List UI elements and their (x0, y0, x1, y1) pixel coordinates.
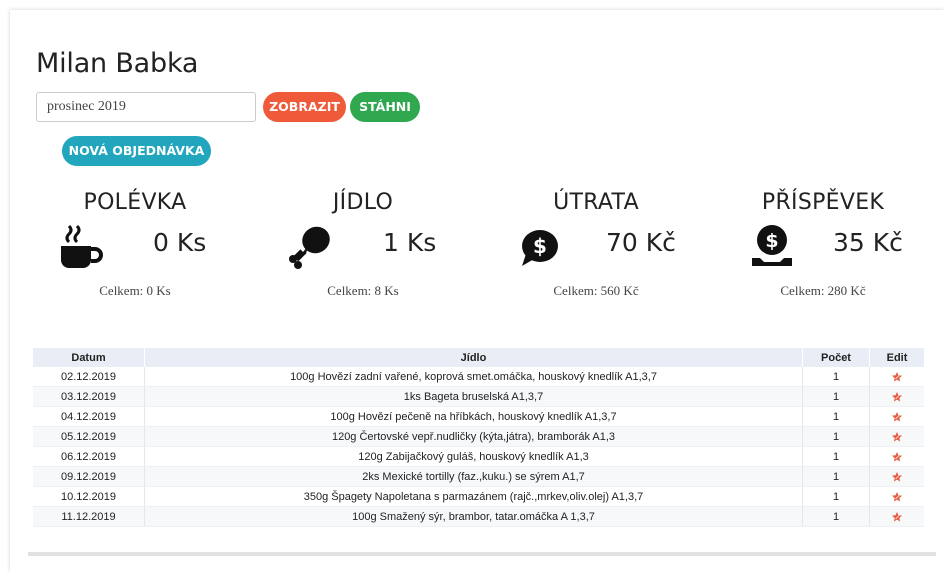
user-name: Milan Babka (36, 48, 199, 79)
cell-edit (869, 486, 924, 507)
table-row: 11.12.2019 100g Smažený sýr, brambor, tat… (33, 506, 924, 527)
stat-total: Celkem: 0 Ks (99, 283, 171, 298)
cell-edit (869, 386, 924, 407)
table-row: 10.12.2019 350g Špagety Napoletana s parm… (33, 486, 924, 507)
cell-food: 1ks Bageta bruselská A1,3,7 (144, 386, 803, 407)
table-row: 09.12.2019 2ks Mexické tortilly (faz.,kuk… (33, 466, 924, 487)
cell-edit (869, 506, 924, 527)
edit-star-icon[interactable] (891, 431, 903, 443)
coffee-cup-icon (61, 224, 103, 268)
cell-food: 100g Hovězí zadní vařené, koprová smet.o… (144, 367, 803, 387)
stat-value: 70 Kč (606, 228, 676, 257)
cell-date: 03.12.2019 (33, 386, 145, 407)
cell-food: 350g Špagety Napoletana s parmazánem (ra… (144, 486, 803, 507)
stat-total: Celkem: 8 Ks (327, 283, 399, 298)
cell-date: 09.12.2019 (33, 466, 145, 487)
cell-food: 120g Čertovské vepř.nudličky (kýta,játra… (144, 426, 803, 447)
cell-date: 11.12.2019 (33, 506, 145, 527)
edit-star-icon[interactable] (891, 511, 903, 523)
download-button[interactable]: STÁHNI (350, 92, 420, 122)
table-row: 03.12.2019 1ks Bageta bruselská A1,3,7 1 (33, 386, 924, 407)
column-header-count: Počet (802, 348, 870, 367)
cell-food: 2ks Mexické tortilly (faz.,kuku.) se sýr… (144, 466, 803, 487)
table-row: 04.12.2019 100g Hovězí pečeně na hříbkách… (33, 406, 924, 427)
table-row: 02.12.2019 100g Hovězí zadní vařené, kopr… (33, 367, 924, 387)
stat-value: 1 Ks (383, 228, 437, 257)
cell-count: 1 (802, 406, 870, 427)
orders-table: Datum Jídlo Počet Edit 02.12.2019 100g Ho… (33, 348, 924, 527)
cell-count: 1 (802, 367, 870, 387)
drumstick-icon (289, 226, 330, 269)
edit-star-icon[interactable] (891, 491, 903, 503)
svg-text:$: $ (533, 234, 547, 258)
new-order-button[interactable]: NOVÁ OBJEDNÁVKA (62, 136, 211, 166)
cell-date: 02.12.2019 (33, 367, 145, 387)
cell-count: 1 (802, 466, 870, 487)
stat-title: PŘÍSPĚVEK (761, 190, 885, 215)
cell-food: 120g Zabijačkový guláš, houskový knedlík… (144, 446, 803, 467)
month-input[interactable] (36, 92, 256, 122)
cell-count: 1 (802, 506, 870, 527)
table-row: 06.12.2019 120g Zabijačkový guláš, housko… (33, 446, 924, 467)
cell-count: 1 (802, 486, 870, 507)
edit-star-icon[interactable] (891, 391, 903, 403)
cell-edit (869, 367, 924, 387)
money-chat-icon: $ (522, 230, 558, 266)
column-header-edit: Edit (869, 348, 924, 367)
hand-coin-icon: $ (752, 225, 792, 266)
stat-title: POLÉVKA (83, 190, 187, 215)
column-header-date: Datum (33, 348, 145, 367)
cell-date: 06.12.2019 (33, 446, 145, 467)
show-button[interactable]: ZOBRAZIT (263, 92, 346, 122)
cell-count: 1 (802, 446, 870, 467)
edit-star-icon[interactable] (891, 471, 903, 483)
cell-food: 100g Smažený sýr, brambor, tatar.omáčka … (144, 506, 803, 527)
table-row: 05.12.2019 120g Čertovské vepř.nudličky (… (33, 426, 924, 447)
cell-edit (869, 426, 924, 447)
cell-date: 10.12.2019 (33, 486, 145, 507)
cell-edit (869, 446, 924, 467)
column-header-food: Jídlo (144, 348, 803, 367)
stat-title: ÚTRATA (553, 190, 639, 215)
cell-date: 05.12.2019 (33, 426, 145, 447)
stat-total: Celkem: 280 Kč (780, 283, 866, 298)
table-header-row: Datum Jídlo Počet Edit (33, 348, 924, 367)
stat-total: Celkem: 560 Kč (553, 283, 639, 298)
edit-star-icon[interactable] (891, 411, 903, 423)
cell-count: 1 (802, 426, 870, 447)
cell-food: 100g Hovězí pečeně na hříbkách, houskový… (144, 406, 803, 427)
svg-text:$: $ (765, 230, 778, 252)
edit-star-icon[interactable] (891, 451, 903, 463)
cell-edit (869, 406, 924, 427)
cell-edit (869, 466, 924, 487)
edit-star-icon[interactable] (891, 371, 903, 383)
stat-value: 0 Ks (153, 228, 207, 257)
stat-title: JÍDLO (332, 190, 394, 215)
cell-date: 04.12.2019 (33, 406, 145, 427)
cell-count: 1 (802, 386, 870, 407)
scroll-divider (28, 552, 936, 556)
stat-value: 35 Kč (833, 228, 903, 257)
